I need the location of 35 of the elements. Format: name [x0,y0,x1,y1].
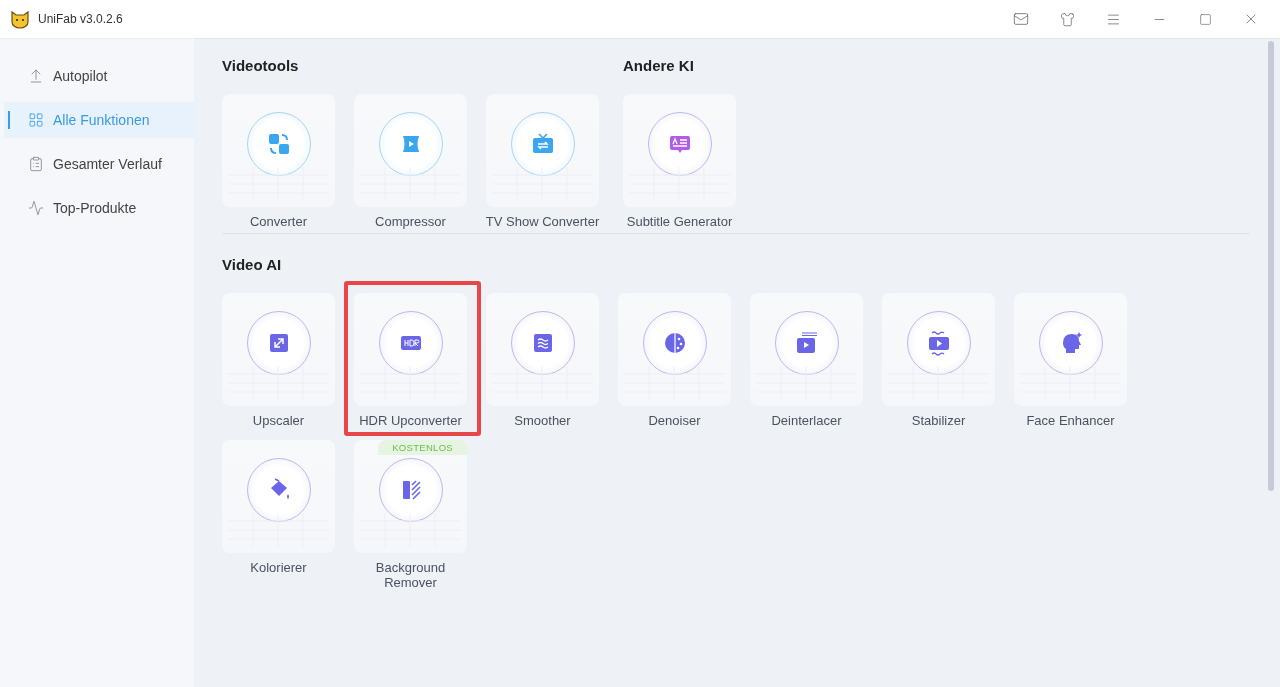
tool-label: Compressor [374,214,447,229]
cat-logo-icon [10,9,30,29]
clipboard-icon [28,156,44,172]
tool-label: Background Remover [374,560,447,590]
tool-label: Deinterlacer [770,413,843,428]
section-title: Videotools [222,57,300,75]
tool-label: TV Show Converter [484,214,601,229]
tool-label: Kolorierer [249,560,308,575]
sidebar-item[interactable]: Top-Produkte [4,190,194,226]
tool-label: HDR Upconverter [358,413,463,428]
pulse-icon [28,200,44,216]
tool-card[interactable] [623,94,736,207]
grid-icon [28,112,44,128]
tool-label: Face Enhancer [1025,413,1116,428]
tool-label: Smoother [513,413,572,428]
tool-label: Converter [248,214,309,229]
sidebar-item[interactable]: Gesamter Verlauf [4,146,194,182]
tool-label: Upscaler [251,413,306,428]
tool-label: Subtitle Generator [625,214,734,229]
tool-card[interactable] [750,293,863,406]
free-badge: KOSTENLOS [378,440,467,455]
section-title: Andere KI [623,57,695,75]
tool-card[interactable] [354,293,467,406]
scrollbar-thumb[interactable] [1268,41,1274,491]
tool-label: Denoiser [647,413,702,428]
tool-card[interactable] [486,94,599,207]
tool-card[interactable] [222,293,335,406]
tool-card[interactable] [486,293,599,406]
tool-card[interactable] [882,293,995,406]
window-title: UniFab v3.0.2.6 [38,12,123,26]
sidebar-item[interactable]: Autopilot [4,58,194,94]
tool-card[interactable] [1014,293,1127,406]
section-title: Video AI [222,256,283,274]
tool-label: Stabilizer [910,413,967,428]
tool-card[interactable] [618,293,731,406]
